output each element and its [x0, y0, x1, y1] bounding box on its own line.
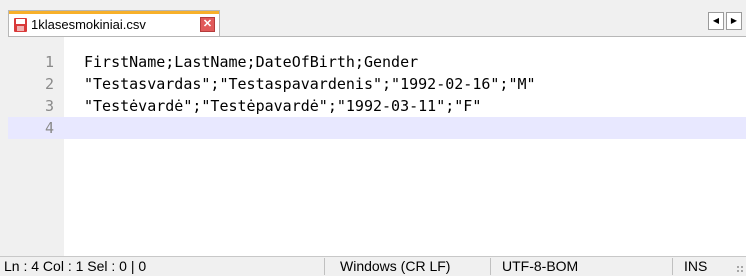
- active-tab-indicator: [9, 11, 219, 14]
- cursor-position: Ln : 4 Col : 1 Sel : 0 | 0: [4, 258, 147, 274]
- line-number: 4: [8, 117, 54, 139]
- line-number: 1: [44, 53, 54, 71]
- file-tab[interactable]: 1klasesmokiniai.csv ✕: [8, 10, 220, 36]
- encoding[interactable]: UTF-8-BOM: [502, 257, 578, 276]
- status-divider: [672, 258, 673, 275]
- editor-line[interactable]: 1 FirstName;LastName;DateOfBirth;Gender: [8, 51, 746, 73]
- tab-scroll-left-button[interactable]: ◀: [708, 12, 724, 30]
- resize-grip-icon[interactable]: [736, 265, 744, 273]
- tab-scroll-right-button[interactable]: ▶: [726, 12, 742, 30]
- editor-line[interactable]: 3 "Testėvardė";"Testėpavardė";"1992-03-1…: [8, 95, 746, 117]
- tab-bar: 1klasesmokiniai.csv ✕ ◀ ▶: [0, 0, 746, 36]
- line-ending[interactable]: Windows (CR LF): [340, 257, 450, 276]
- line-number: 3: [44, 97, 54, 115]
- status-divider: [324, 258, 325, 275]
- line-text[interactable]: "Testasvardas";"Testaspavardenis";"1992-…: [84, 73, 536, 95]
- line-number: 2: [44, 75, 54, 93]
- status-bar: Ln : 4 Col : 1 Sel : 0 | 0 Windows (CR L…: [0, 256, 746, 275]
- status-divider: [490, 258, 491, 275]
- line-text[interactable]: "Testėvardė";"Testėpavardė";"1992-03-11"…: [84, 95, 481, 117]
- line-text[interactable]: FirstName;LastName;DateOfBirth;Gender: [84, 51, 418, 73]
- close-icon[interactable]: ✕: [200, 17, 215, 32]
- editor-line-current[interactable]: 4: [8, 117, 746, 139]
- editor-line[interactable]: 2 "Testasvardas";"Testaspavardenis";"199…: [8, 73, 746, 95]
- insert-mode[interactable]: INS: [684, 257, 707, 276]
- tab-filename: 1klasesmokiniai.csv: [31, 17, 146, 32]
- editor-area[interactable]: 1 FirstName;LastName;DateOfBirth;Gender …: [8, 36, 746, 256]
- save-file-icon: [14, 18, 27, 32]
